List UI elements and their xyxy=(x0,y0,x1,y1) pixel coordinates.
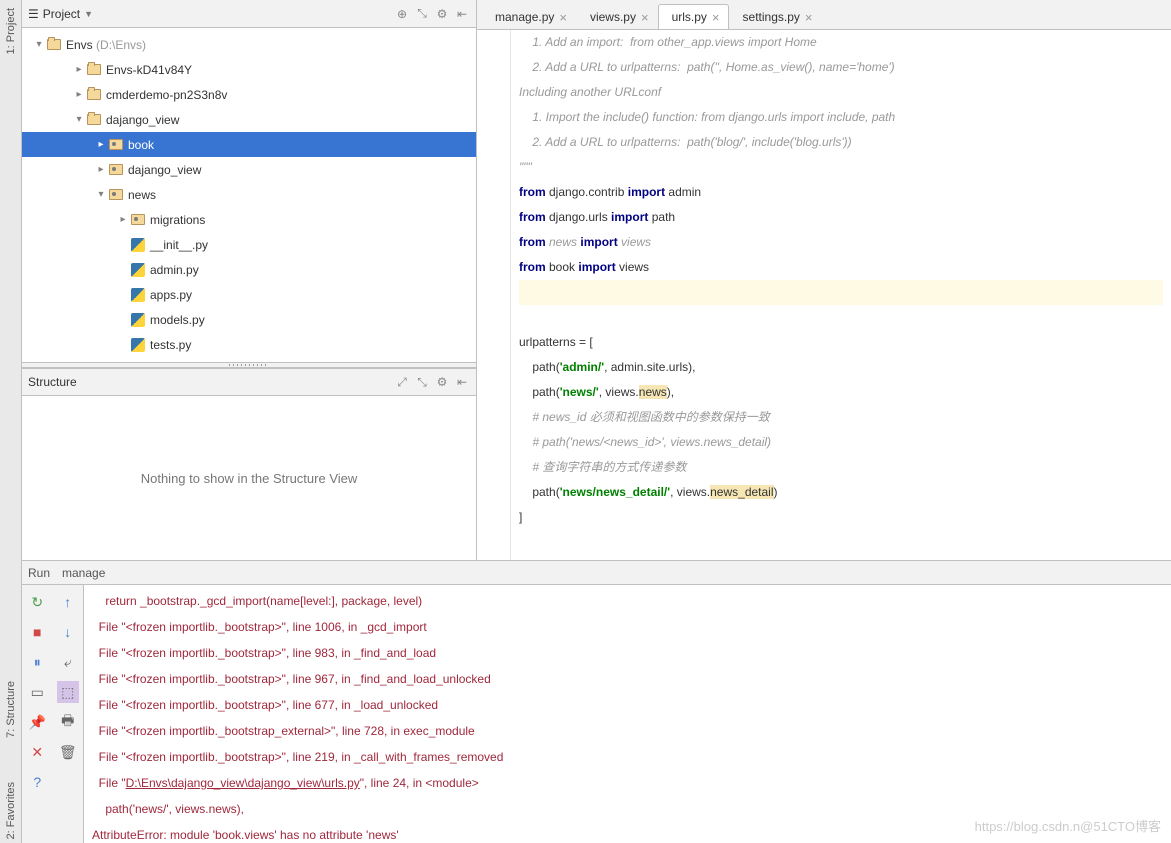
pin-button[interactable]: 📌 xyxy=(26,711,48,733)
hide-icon[interactable]: ⇤ xyxy=(454,6,470,22)
package-icon xyxy=(109,189,123,200)
hide-icon[interactable]: ⇤ xyxy=(454,374,470,390)
target-icon[interactable]: ⊕ xyxy=(394,6,410,22)
tree-item-label: Envs-kD41v84Y xyxy=(106,63,192,77)
tool-project[interactable]: 1: Project xyxy=(5,4,17,58)
tree-item[interactable]: ▸migrations xyxy=(22,207,476,232)
tree-item-label: cmderdemo-pn2S3n8v xyxy=(106,88,227,102)
tree-item-label: models.py xyxy=(150,313,205,327)
project-pane-header: ☰ Project ▼ ⊕ ⤡ ⚙ ⇤ xyxy=(22,0,476,28)
python-file-icon xyxy=(131,338,145,352)
tab-label: manage.py xyxy=(495,10,554,24)
package-icon xyxy=(109,164,123,175)
run-title: Run xyxy=(28,566,50,580)
collapse-icon[interactable]: ⤡ xyxy=(414,6,430,22)
close-icon[interactable]: × xyxy=(712,10,720,25)
tree-item[interactable]: ▾dajango_view xyxy=(22,107,476,132)
tree-item-label: migrations xyxy=(150,213,205,227)
python-file-icon xyxy=(131,288,145,302)
tree-item-label: book xyxy=(128,138,154,152)
tool-structure[interactable]: 7: Structure xyxy=(5,677,17,742)
project-title: Project xyxy=(43,7,80,21)
watermark: https://blog.csdn.n@51CTO博客 xyxy=(975,814,1161,839)
tree-item-label: tests.py xyxy=(150,338,191,352)
scroll-button[interactable]: ⬚ xyxy=(57,681,79,703)
close-button[interactable]: ✕ xyxy=(26,741,48,763)
pause-button[interactable]: ⏸ xyxy=(26,651,48,673)
layout-button[interactable]: ▭ xyxy=(26,681,48,703)
tree-item[interactable]: apps.py xyxy=(22,282,476,307)
tree-item-label: admin.py xyxy=(150,263,199,277)
package-icon xyxy=(109,139,123,150)
tool-favorites[interactable]: 2: Favorites xyxy=(5,778,17,843)
python-file-icon xyxy=(131,313,145,327)
editor-tabs: manage.py × views.py × urls.py × settings.py × xyxy=(477,0,1171,30)
code-content[interactable]: 1. Add an import: from other_app.views i… xyxy=(511,30,1171,560)
tree-item[interactable]: ▸dajango_view xyxy=(22,157,476,182)
structure-title: Structure xyxy=(28,375,77,389)
rerun-button[interactable]: ↻ xyxy=(26,591,48,613)
close-icon[interactable]: × xyxy=(641,10,649,25)
folder-icon xyxy=(47,39,61,50)
down-button[interactable]: ↓ xyxy=(57,621,79,643)
expand-icon[interactable]: ⤢ xyxy=(394,374,410,390)
folder-icon xyxy=(87,114,101,125)
tree-item[interactable]: ▸cmderdemo-pn2S3n8v xyxy=(22,82,476,107)
structure-empty: Nothing to show in the Structure View xyxy=(22,396,476,560)
run-toolbar: ↻ ■ ⏸ ▭ 📌 ✕ ? ↑ ↓ ⤶ ⬚ 🖶 🗑 xyxy=(22,585,84,843)
tree-item[interactable]: __init__.py xyxy=(22,232,476,257)
tree-root[interactable]: ▾Envs (D:\Envs) xyxy=(22,32,476,57)
python-file-icon xyxy=(131,263,145,277)
tree-item[interactable]: admin.py xyxy=(22,257,476,282)
run-header: Run manage xyxy=(22,561,1171,585)
tree-item[interactable]: ▾news xyxy=(22,182,476,207)
console-output[interactable]: return _bootstrap._gcd_import(name[level… xyxy=(84,585,1171,843)
left-tool-gutter: 1: Project 7: Structure 2: Favorites xyxy=(0,0,22,843)
tree-item-label: dajango_view xyxy=(128,163,201,177)
tree-item-label: dajango_view xyxy=(106,113,179,127)
print-button[interactable]: 🖶 xyxy=(57,711,79,733)
editor-tab[interactable]: manage.py × xyxy=(481,4,576,29)
tree-item[interactable]: ▸Envs-kD41v84Y xyxy=(22,57,476,82)
tab-label: urls.py xyxy=(672,10,707,24)
tree-item-label: __init__.py xyxy=(150,238,208,252)
gear-icon[interactable]: ⚙ xyxy=(434,6,450,22)
structure-pane-header: Structure ⤢ ⤡ ⚙ ⇤ xyxy=(22,368,476,396)
tree-item[interactable]: ▸book xyxy=(22,132,476,157)
up-button[interactable]: ↑ xyxy=(57,591,79,613)
editor-tab[interactable]: urls.py × xyxy=(658,4,729,29)
tree-item[interactable]: tests.py xyxy=(22,332,476,357)
help-button[interactable]: ? xyxy=(26,771,48,793)
close-icon[interactable]: × xyxy=(559,10,567,25)
close-icon[interactable]: × xyxy=(805,10,813,25)
stop-button[interactable]: ■ xyxy=(26,621,48,643)
wrap-button[interactable]: ⤶ xyxy=(57,651,79,673)
tree-item-label: apps.py xyxy=(150,288,192,302)
project-view-icon: ☰ xyxy=(28,7,39,21)
chevron-down-icon[interactable]: ▼ xyxy=(84,9,93,19)
editor-tab[interactable]: views.py × xyxy=(576,4,658,29)
editor-gutter xyxy=(477,30,511,560)
trash-button[interactable]: 🗑 xyxy=(57,741,79,763)
project-tree[interactable]: ▾Envs (D:\Envs) ▸Envs-kD41v84Y▸cmderdemo… xyxy=(22,28,476,362)
folder-icon xyxy=(87,89,101,100)
package-icon xyxy=(131,214,145,225)
tree-item-label: news xyxy=(128,188,156,202)
gear-icon[interactable]: ⚙ xyxy=(434,374,450,390)
run-config: manage xyxy=(62,566,105,580)
code-editor[interactable]: 1. Add an import: from other_app.views i… xyxy=(477,30,1171,560)
tab-label: views.py xyxy=(590,10,636,24)
tree-item[interactable]: models.py xyxy=(22,307,476,332)
tab-label: settings.py xyxy=(743,10,800,24)
folder-icon xyxy=(87,64,101,75)
python-file-icon xyxy=(131,238,145,252)
editor-tab[interactable]: settings.py × xyxy=(729,4,822,29)
collapse-all-icon[interactable]: ⤡ xyxy=(414,374,430,390)
